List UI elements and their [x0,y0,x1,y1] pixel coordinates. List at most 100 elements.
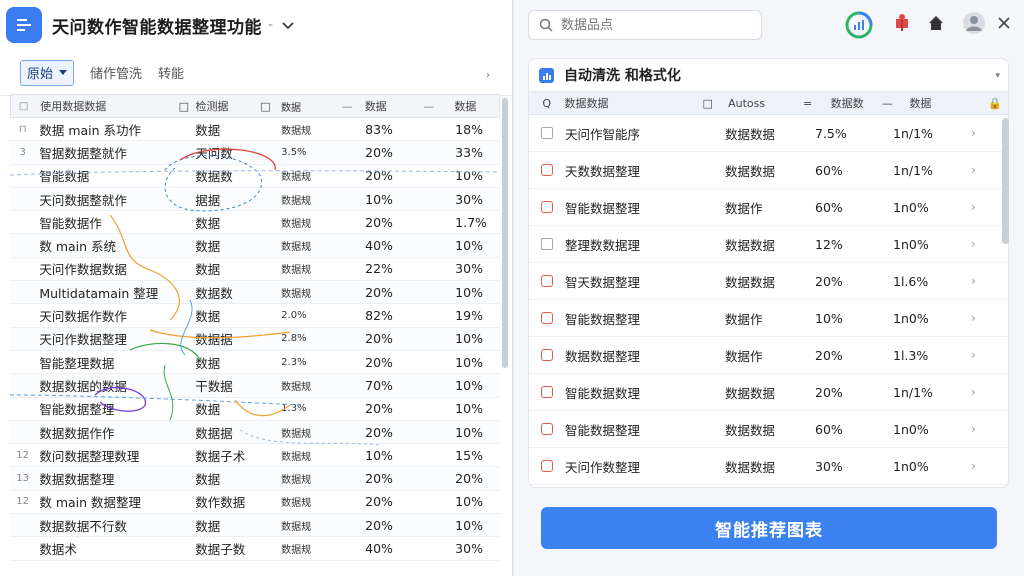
cell-format[interactable]: 数据规 [277,192,336,207]
progress-ring-icon[interactable] [844,10,874,40]
header-box[interactable]: □ [702,97,728,110]
cell-type[interactable]: 数据 [195,469,253,488]
cell-p1[interactable]: 20% [359,425,418,440]
header-col-name[interactable]: 使用数据数据 [36,98,172,114]
table-row[interactable]: 数据数据的数据 干数据 数据规 70% 10% [10,374,500,398]
cell-type[interactable]: 干数据 [195,376,253,395]
toolbar-link-convert[interactable]: 转能 [158,63,184,82]
cell-type[interactable]: 数作数据 [195,492,253,511]
search-box[interactable] [528,10,762,40]
lock-icon[interactable]: 🔒 [988,97,1008,110]
cell-name[interactable]: 数据 main 系功作 [35,120,172,139]
cell-type[interactable]: 数据子术 [195,446,253,465]
cell-p2[interactable]: 15% [441,448,500,463]
header-col-type[interactable]: 检测据 [196,98,254,114]
cell-name[interactable]: 天问作数据数据 [35,259,172,278]
cell-format[interactable]: 数据规 [277,378,336,393]
cell-format[interactable]: 2.8% [277,333,336,344]
cell-p2[interactable]: 19% [441,308,500,323]
row-checkbox[interactable] [529,423,565,435]
cell-type[interactable]: 数据据 [195,329,253,348]
header-col-p2[interactable]: 数据 [909,95,988,111]
toolbar-more-arrow[interactable]: › [486,70,490,81]
cell-p2[interactable]: 10% [441,518,500,533]
list-item[interactable]: 智能数据整理 数据作 10% 1n0% › [529,300,1008,337]
cell-type[interactable]: 天问数 [195,143,253,162]
cell-name[interactable]: 智能整理数据 [35,353,172,372]
cell-name[interactable]: 数据数据作作 [35,423,172,442]
list-item[interactable]: 天问作智能序 数据数据 7.5% 1n/1% › [529,115,1008,152]
cell-format[interactable]: 数据规 [277,215,336,230]
cell-name[interactable]: 天问数据作数作 [35,306,172,325]
cell-p2[interactable]: 18% [441,122,500,137]
chevron-right-icon[interactable]: › [971,311,991,325]
cell-p1[interactable]: 10% [359,448,418,463]
cell-p2[interactable]: 10% [441,494,500,509]
table-row[interactable]: 天问作数据数据 数据 数据规 22% 30% [10,257,500,282]
cell-p2[interactable]: 10% [441,425,500,440]
cell-p1[interactable]: 20% [359,494,418,509]
chevron-right-icon[interactable]: › [971,237,991,251]
cell-p2[interactable]: 10% [441,378,500,393]
cell-p1[interactable]: 20% [359,215,418,230]
cell-type[interactable]: 数据数 [195,166,253,185]
card-menu-icon[interactable]: ▾ [995,71,1000,81]
header-select[interactable]: □ [11,101,36,112]
cell-format[interactable]: 数据规 [277,494,336,509]
cell-p1[interactable]: 20% [359,285,418,300]
cell-name[interactable]: 数据数据整理 [35,469,172,488]
cell-type[interactable]: 数据数 [195,283,253,302]
cell-p1[interactable]: 20% [359,331,418,346]
table-row[interactable]: 12 数问数据整理数理 数据子术 数据规 10% 15% [10,444,500,468]
table-row[interactable]: 智能数据整理 数据 1.3% 20% 10% [10,397,500,421]
cell-p2[interactable]: 30% [441,261,500,276]
header-col-auto[interactable]: Autoss [728,97,803,110]
app-logo[interactable] [6,7,42,43]
search-input[interactable] [561,17,741,33]
row-checkbox[interactable] [529,238,565,250]
cell-format[interactable]: 数据规 [277,122,336,137]
cell-type[interactable]: 数据 [195,120,253,139]
table-row[interactable]: 13 数据数据整理 数据 数据规 20% 20% [10,467,500,491]
cell-type[interactable]: 数据 [195,259,253,278]
cell-format[interactable]: 数据规 [277,285,336,300]
cell-p2[interactable]: 10% [441,331,500,346]
row-checkbox[interactable] [529,127,565,139]
cell-format[interactable]: 1.3% [277,403,336,414]
cell-name[interactable]: 数据数据的数据 [35,376,172,395]
left-scrollbar[interactable] [502,98,508,368]
cell-name[interactable]: 智能数据作 [35,213,172,232]
chevron-right-icon[interactable]: › [971,422,991,436]
cell-p1[interactable]: 20% [359,471,418,486]
cell-format[interactable]: 数据规 [277,541,336,556]
close-icon[interactable] [997,16,1011,30]
cell-type[interactable]: 数据 [195,353,253,372]
cell-name[interactable]: 数 main 系统 [35,236,172,255]
cell-format[interactable]: 数据规 [277,471,336,486]
cell-type[interactable]: 据据 [195,190,253,209]
table-row[interactable]: 3 智据数据整就作 天问数 3.5% 20% 33% [10,141,500,165]
cell-name[interactable]: 天问作数据整理 [35,329,172,348]
table-row[interactable]: 智能数据作 数据 数据规 20% 1.7% [10,211,500,235]
list-item[interactable]: 智天数据整理 数据数据 20% 1l.6% › [529,263,1008,300]
header-col-p1[interactable]: 数据 [359,98,417,114]
table-row[interactable]: 天问数据作数作 数据 2.0% 82% 19% [10,304,500,328]
cell-type[interactable]: 数据 [195,306,253,325]
cell-p2[interactable]: 33% [441,145,500,160]
list-item[interactable]: 智能数据数理 数据数据 20% 1n/1% › [529,374,1008,411]
cell-p1[interactable]: 20% [359,145,418,160]
cell-type[interactable]: 数据 [195,399,253,418]
cell-p1[interactable]: 40% [359,541,418,556]
header-box[interactable]: □ [172,100,195,113]
header-search-icon[interactable]: Q [529,97,564,110]
row-checkbox[interactable] [529,460,565,472]
cell-format[interactable]: 2.3% [277,357,336,368]
notification-icon[interactable] [892,13,912,33]
smart-chart-recommend-button[interactable]: 智能推荐图表 [541,507,997,549]
row-checkbox[interactable] [529,201,565,213]
header-col-p1[interactable]: 数据数 [831,95,882,111]
cell-name[interactable]: 智能数据整理 [35,399,172,418]
table-row[interactable]: 智能整理数据 数据 2.3% 20% 10% [10,350,500,375]
cell-p2[interactable]: 10% [441,285,500,300]
toolbar-link-clean[interactable]: 储作管洗 [90,63,142,82]
